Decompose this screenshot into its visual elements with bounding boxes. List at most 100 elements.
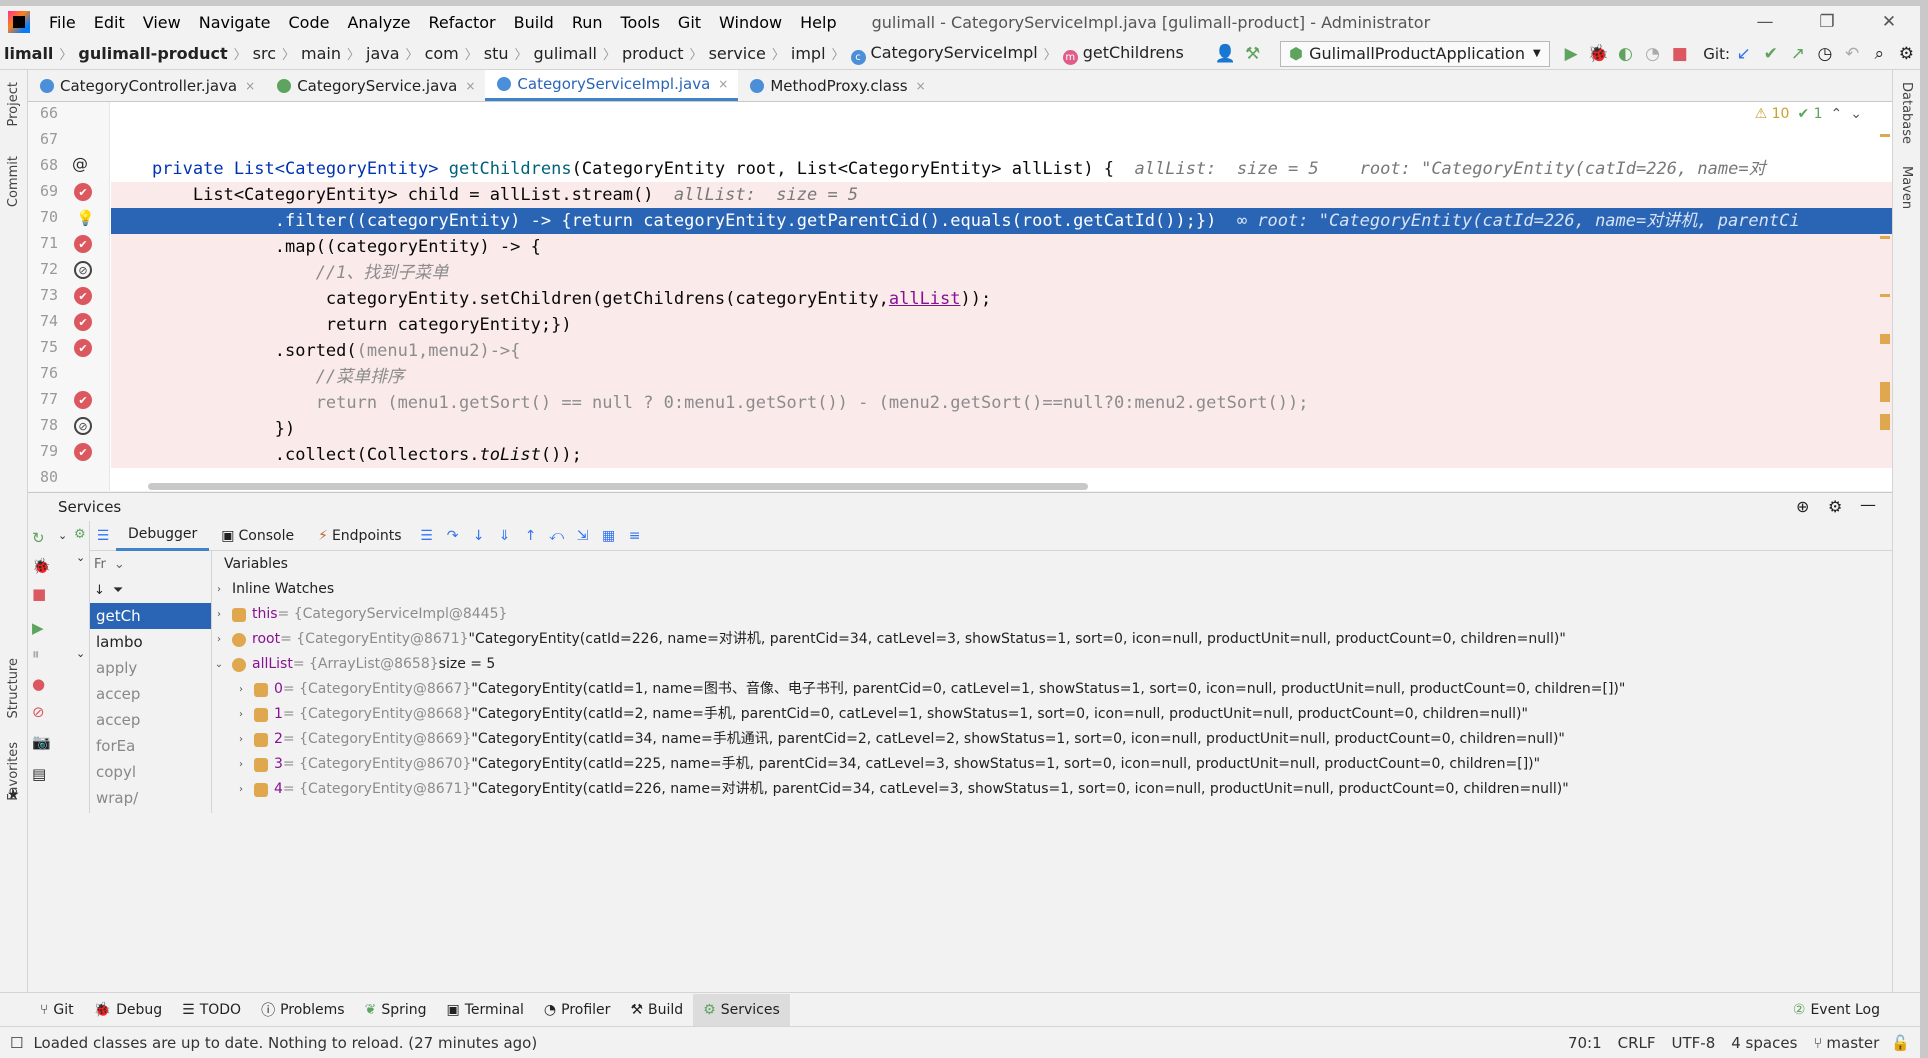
crumb-gulimall[interactable]: gulimall <box>530 44 601 63</box>
crumb-product[interactable]: product <box>618 44 688 63</box>
menu-edit[interactable]: Edit <box>85 13 134 32</box>
expand-arrow-icon[interactable]: › <box>212 577 226 602</box>
frames-menu-icon[interactable]: ☰ <box>414 523 440 549</box>
line-separator[interactable]: CRLF <box>1618 1034 1656 1052</box>
expand-arrow-icon[interactable]: › <box>234 677 248 702</box>
scroll-marker[interactable] <box>1880 294 1890 297</box>
debug-icon[interactable]: 🐞 <box>32 557 51 575</box>
tool-spring[interactable]: ❦ Spring <box>355 994 437 1026</box>
crosshair-icon[interactable]: ⊕ <box>1796 497 1809 516</box>
minimize-button[interactable]: — <box>1742 6 1788 38</box>
chevron-down-icon[interactable]: ⌄ <box>1850 106 1862 122</box>
tool-build[interactable]: ⚒ Build <box>620 994 693 1026</box>
tab-debugger[interactable]: Debugger <box>116 521 210 551</box>
tool-git[interactable]: ⑂ Git <box>30 994 84 1026</box>
debug-icon[interactable]: 🐞 <box>1585 40 1612 68</box>
tool-services[interactable]: ⚙ Services <box>693 993 790 1026</box>
scroll-marker[interactable] <box>1880 414 1890 430</box>
crumb-impl[interactable]: impl <box>787 44 830 63</box>
crumb-main[interactable]: main <box>297 44 345 63</box>
lightbulb-icon[interactable]: 💡 <box>76 209 95 227</box>
layout-icon[interactable]: ▤ <box>32 765 46 783</box>
maven-tool-button[interactable]: Maven <box>1899 166 1914 209</box>
crumb-module[interactable]: gulimall-product <box>74 44 231 63</box>
crumb-com[interactable]: com <box>421 44 463 63</box>
run-configuration-selector[interactable]: ⬢ GulimallProductApplication ▼ <box>1280 40 1550 67</box>
view-breakpoints-icon[interactable]: ● <box>32 675 45 693</box>
stop-icon[interactable]: ■ <box>1666 40 1693 68</box>
file-encoding[interactable]: UTF-8 <box>1672 1034 1716 1052</box>
services-tree[interactable]: ⌄ ⚙ ⌄ ⌄ <box>50 521 90 813</box>
variables-view[interactable]: Variables › Inline Watches › this = {Cat… <box>212 551 1892 813</box>
expand-arrow-icon[interactable]: ⌄ <box>76 551 85 564</box>
step-over-icon[interactable]: ↷ <box>440 523 466 549</box>
hide-panel-icon[interactable]: — <box>1860 495 1876 514</box>
crumb-method[interactable]: m getChildrens <box>1059 43 1188 65</box>
lock-icon[interactable]: 🔓 <box>1891 1034 1910 1052</box>
close-window-button[interactable]: ✕ <box>1866 6 1912 38</box>
collapse-arrow-icon[interactable]: ⌄ <box>212 652 226 677</box>
crumb-service[interactable]: service <box>705 44 770 63</box>
list-item-row[interactable]: › 0 = {CategoryEntity@8667} "CategoryEnt… <box>212 677 1892 702</box>
frame-item[interactable]: apply <box>90 655 211 681</box>
crumb-project[interactable]: limall <box>0 44 57 63</box>
inspection-widget[interactable]: ⚠ 10 ✔ 1 ⌃ ⌄ <box>1755 106 1862 122</box>
step-out-icon[interactable]: ↑ <box>518 523 544 549</box>
list-item-row[interactable]: › 1 = {CategoryEntity@8668} "CategoryEnt… <box>212 702 1892 727</box>
pause-icon[interactable]: ⏸ <box>32 645 40 663</box>
expand-arrow-icon[interactable]: › <box>234 752 248 777</box>
code-line-77[interactable]: return (menu1.getSort() == null ? 0:menu… <box>111 390 1892 416</box>
chevron-up-icon[interactable]: ⌃ <box>1831 106 1843 122</box>
list-item-row[interactable]: › 4 = {CategoryEntity@8671} "CategoryEnt… <box>212 777 1892 802</box>
drop-frame-icon[interactable]: ⤺ <box>544 523 570 549</box>
git-update-icon[interactable]: ↙ <box>1730 40 1757 68</box>
code-editor[interactable]: 66 67 68 69 70 71 72 73 74 75 76 77 78 7… <box>28 102 1892 491</box>
code-line-68[interactable]: private List<CategoryEntity> getChildren… <box>111 156 1892 182</box>
menu-run[interactable]: Run <box>563 13 612 32</box>
breakpoint-icon[interactable]: ✔ <box>74 339 92 357</box>
stop-icon[interactable]: ■ <box>32 585 46 603</box>
expand-arrow-icon[interactable]: › <box>234 727 248 752</box>
mute-breakpoints-icon[interactable]: ⊘ <box>32 703 45 721</box>
commit-tool-button[interactable]: Commit <box>6 156 21 207</box>
tab-category-service[interactable]: CategoryService.java × <box>265 70 485 101</box>
code-line-69[interactable]: List<CategoryEntity> child = allList.str… <box>111 182 1892 208</box>
trace-icon[interactable]: ≡ <box>622 523 648 549</box>
frame-item[interactable]: lambo <box>90 629 211 655</box>
list-item-row[interactable]: › 2 = {CategoryEntity@8669} "CategoryEnt… <box>212 727 1892 752</box>
resume-icon[interactable]: ▶ <box>32 619 44 637</box>
code-line-79[interactable]: .collect(Collectors.toList()); <box>111 442 1892 468</box>
menu-window[interactable]: Window <box>710 13 791 32</box>
tool-debug[interactable]: 🐞 Debug <box>84 994 172 1026</box>
settings-gear-icon[interactable]: ⚙ <box>1893 40 1920 68</box>
scroll-marker[interactable] <box>1880 236 1890 239</box>
crumb-class[interactable]: c CategoryServiceImpl <box>847 43 1042 65</box>
variable-row[interactable]: › this = {CategoryServiceImpl@8445} <box>212 602 1892 627</box>
tool-profiler[interactable]: ◔ Profiler <box>534 994 621 1026</box>
tab-endpoints[interactable]: ⚡ Endpoints <box>306 521 413 551</box>
close-tab-icon[interactable]: × <box>718 77 728 91</box>
force-step-into-icon[interactable]: ⇓ <box>492 523 518 549</box>
tab-category-controller[interactable]: CategoryController.java × <box>28 70 265 101</box>
frame-item[interactable]: accep <box>90 681 211 707</box>
profile-icon[interactable]: ◔ <box>1639 40 1666 68</box>
checkbox-icon[interactable]: ☐ <box>10 1034 23 1052</box>
code-line-72[interactable]: //1、找到子菜单 <box>111 260 1892 286</box>
expand-arrow-icon[interactable]: › <box>234 702 248 727</box>
close-tab-icon[interactable]: × <box>245 79 255 93</box>
tool-terminal[interactable]: ▣ Terminal <box>437 994 534 1026</box>
tab-method-proxy[interactable]: MethodProxy.class × <box>738 70 935 101</box>
menu-file[interactable]: File <box>40 13 85 32</box>
close-tab-icon[interactable]: × <box>465 79 475 93</box>
tab-console[interactable]: ▣ Console <box>209 521 306 551</box>
disabled-breakpoint-icon[interactable]: ⊘ <box>74 417 92 435</box>
breakpoint-icon[interactable]: ✔ <box>74 313 92 331</box>
variable-row[interactable]: ⌄ allList = {ArrayList@8658} size = 5 <box>212 652 1892 677</box>
tool-todo[interactable]: ☰ TODO <box>172 994 251 1026</box>
frame-item[interactable]: copyl <box>90 759 211 785</box>
breakpoint-icon[interactable]: ✔ <box>74 235 92 253</box>
code-line-78[interactable]: }) <box>111 416 1892 442</box>
scroll-marker[interactable] <box>1880 134 1890 137</box>
layout-icon[interactable]: ☰ <box>90 523 116 549</box>
project-tool-button[interactable]: Project <box>6 82 21 126</box>
